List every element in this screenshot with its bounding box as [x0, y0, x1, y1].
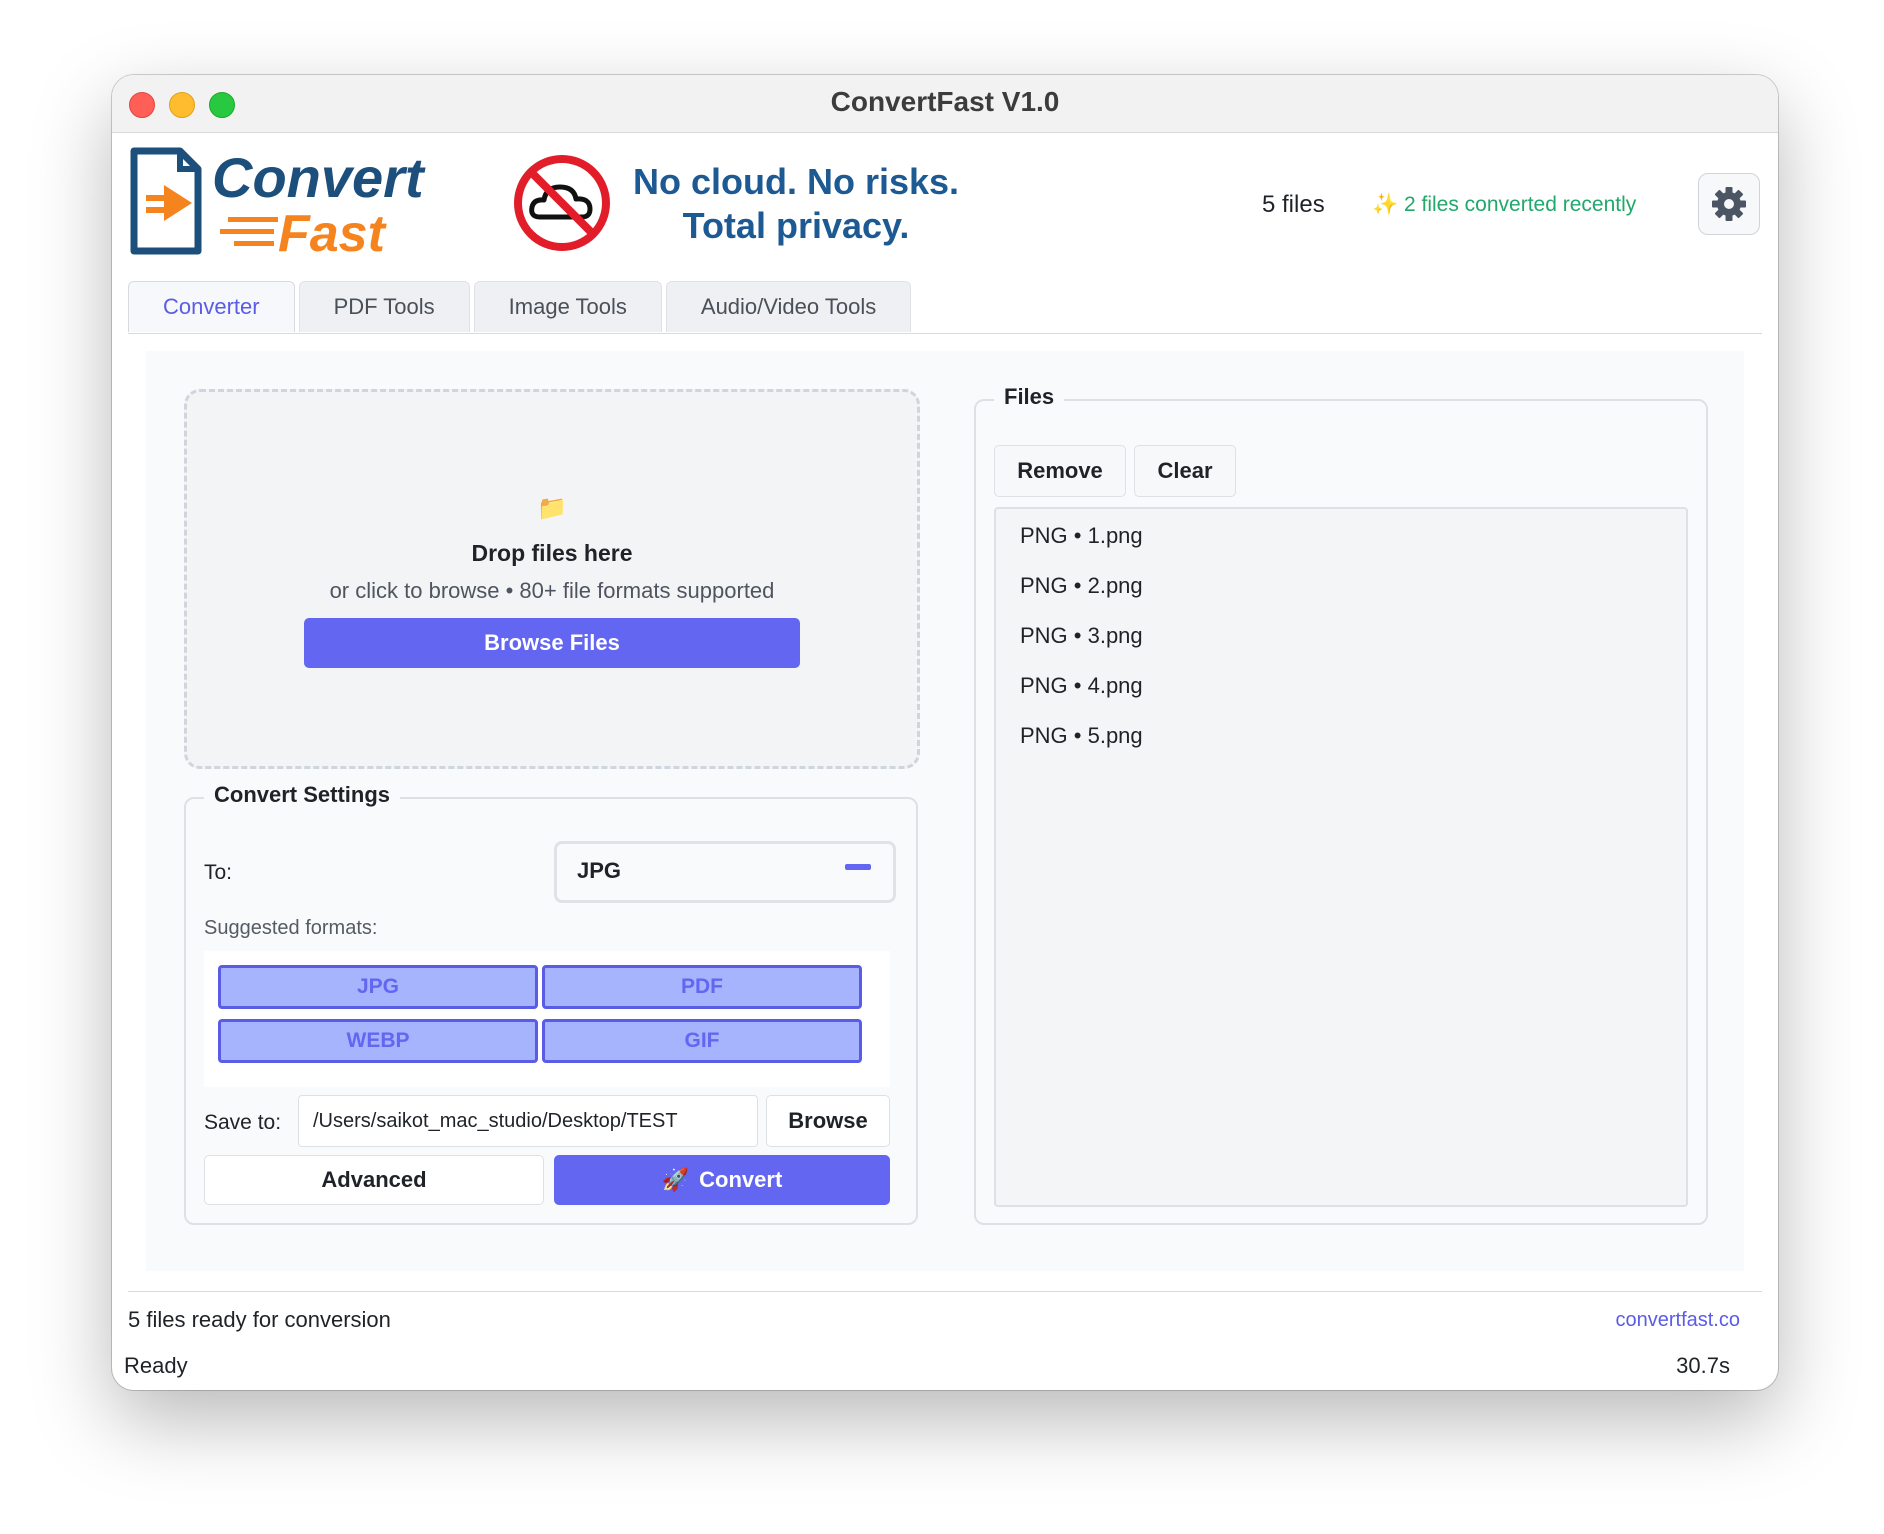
remove-button[interactable]: Remove	[994, 445, 1126, 497]
format-gif-button[interactable]: GIF	[542, 1019, 862, 1063]
title-bar: ConvertFast V1.0	[112, 75, 1778, 133]
target-format-select[interactable]: JPG	[554, 841, 896, 903]
tagline-line-1: No cloud. No risks.	[632, 161, 960, 202]
folder-icon: 📁	[537, 495, 567, 522]
convert-button-label: Convert	[699, 1167, 783, 1192]
list-item[interactable]: PNG • 5.png	[1020, 723, 1143, 749]
tab-pdf-tools[interactable]: PDF Tools	[298, 281, 470, 332]
recent-conversions: ✨ 2 files converted recently	[1372, 193, 1637, 216]
list-item[interactable]: PNG • 2.png	[1020, 573, 1143, 599]
elapsed-time: 30.7s	[1676, 1353, 1730, 1378]
format-jpg-button[interactable]: JPG	[218, 965, 538, 1009]
tab-divider	[128, 333, 1762, 334]
tab-bar: Converter PDF Tools Image Tools Audio/Vi…	[128, 281, 915, 333]
convertfast-logo: Convert Fast	[130, 146, 426, 263]
target-format-value: JPG	[577, 858, 622, 883]
files-label: Files	[994, 384, 1065, 410]
suggested-formats-box: JPG PDF WEBP GIF	[204, 951, 890, 1087]
drop-zone-title: Drop files here	[471, 540, 633, 566]
ready-message: 5 files ready for conversion	[128, 1307, 391, 1332]
list-item[interactable]: PNG • 1.png	[1020, 523, 1143, 549]
list-item[interactable]: PNG • 4.png	[1020, 673, 1143, 699]
browse-button[interactable]: Browse	[766, 1095, 890, 1147]
files-group: Files Remove Clear PNG • 1.png PNG • 2.p…	[974, 384, 1708, 1225]
no-cloud-icon	[514, 155, 610, 251]
window-title: ConvertFast V1.0	[830, 86, 1060, 117]
save-path-field[interactable]: /Users/saikot_mac_studio/Desktop/TEST	[298, 1095, 758, 1147]
save-to-label: Save to:	[204, 1111, 282, 1134]
convert-button[interactable]: 🚀 Convert	[554, 1155, 890, 1205]
format-pdf-button[interactable]: PDF	[542, 965, 862, 1009]
select-indicator-icon	[845, 864, 871, 870]
tab-audio-video-tools[interactable]: Audio/Video Tools	[665, 281, 912, 332]
drop-zone-subtitle: or click to browse • 80+ file formats su…	[329, 578, 775, 603]
format-webp-button[interactable]: WEBP	[218, 1019, 538, 1063]
tagline-line-2: Total privacy.	[682, 205, 910, 246]
website-link[interactable]: convertfast.co	[1615, 1309, 1740, 1332]
status-text: Ready	[124, 1353, 188, 1378]
clear-button[interactable]: Clear	[1134, 445, 1236, 497]
file-list[interactable]: PNG • 1.png PNG • 2.png PNG • 3.png PNG …	[994, 507, 1688, 1207]
convert-settings-label: Convert Settings	[204, 782, 401, 808]
logo-word-convert: Convert	[212, 146, 426, 209]
tab-converter[interactable]: Converter	[128, 281, 295, 332]
drop-zone[interactable]: 📁 Drop files here or click to browse • 8…	[184, 389, 920, 769]
list-item[interactable]: PNG • 3.png	[1020, 623, 1143, 649]
tab-image-tools[interactable]: Image Tools	[473, 281, 662, 332]
privacy-tagline: No cloud. No risks. Total privacy.	[616, 160, 976, 248]
logo-word-fast: Fast	[278, 205, 388, 263]
app-window: ConvertFast V1.0 Convert Fast No cloud. …	[112, 75, 1778, 1390]
converter-panel: 📁 Drop files here or click to browse • 8…	[146, 351, 1744, 1271]
browse-files-button[interactable]: Browse Files	[304, 618, 800, 668]
convert-settings-group: Convert Settings To: JPG Suggested forma…	[184, 782, 918, 1225]
footer-divider	[128, 1291, 1762, 1292]
to-label: To:	[204, 861, 233, 884]
gear-icon	[1712, 187, 1746, 221]
rocket-icon: 🚀	[661, 1167, 690, 1192]
settings-button[interactable]	[1698, 173, 1760, 235]
file-count: 5 files	[1262, 191, 1325, 218]
advanced-button[interactable]: Advanced	[204, 1155, 544, 1205]
suggested-formats-label: Suggested formats:	[204, 917, 378, 939]
